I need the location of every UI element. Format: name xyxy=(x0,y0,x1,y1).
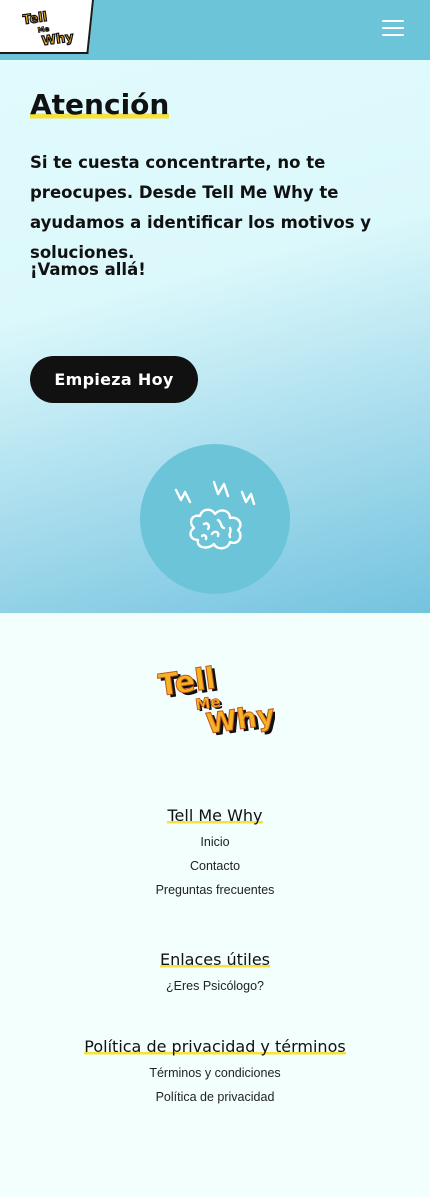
footer-section-politica: Política de privacidad y términos Términ… xyxy=(0,1037,430,1104)
footer-section-enlaces-utiles: Enlaces útiles ¿Eres Psicólogo? xyxy=(0,950,430,993)
footer-link-contacto[interactable]: Contacto xyxy=(0,859,430,873)
footer-link-preguntas-frecuentes[interactable]: Preguntas frecuentes xyxy=(0,883,430,897)
illustration-circle xyxy=(140,444,290,594)
menu-bar xyxy=(382,20,404,22)
tell-me-why-logo[interactable]: Tell Me Why xyxy=(22,8,78,48)
hero-section: Atención Si te cuesta concentrarte, no t… xyxy=(0,60,430,613)
footer-heading: Enlaces útiles xyxy=(159,950,271,969)
menu-bar xyxy=(382,34,404,36)
footer-link-terminos[interactable]: Términos y condiciones xyxy=(0,1066,430,1080)
brain-icon xyxy=(174,480,256,550)
hero-tagline: ¡Vamos allá! xyxy=(30,260,146,279)
site-footer: Tell Tell Me Me Why Why Tell Me Why Inic… xyxy=(0,613,430,1197)
footer-heading: Tell Me Why xyxy=(167,806,263,825)
start-today-button[interactable]: Empieza Hoy xyxy=(30,356,198,403)
footer-heading: Política de privacidad y términos xyxy=(84,1037,346,1056)
site-header: Tell Me Why xyxy=(0,0,430,60)
page-title: Atención xyxy=(30,88,170,121)
hamburger-menu-icon[interactable] xyxy=(382,20,404,38)
menu-bar xyxy=(382,27,404,29)
footer-link-eres-psicologo[interactable]: ¿Eres Psicólogo? xyxy=(0,979,430,993)
footer-link-inicio[interactable]: Inicio xyxy=(0,835,430,849)
footer-link-privacidad[interactable]: Política de privacidad xyxy=(0,1090,430,1104)
page-title-text: Atención xyxy=(30,88,170,121)
hero-description: Si te cuesta concentrarte, no te preocup… xyxy=(30,153,372,262)
tell-me-why-footer-logo[interactable]: Tell Tell Me Me Why Why xyxy=(157,655,275,745)
footer-section-tell-me-why: Tell Me Why Inicio Contacto Preguntas fr… xyxy=(0,806,430,897)
